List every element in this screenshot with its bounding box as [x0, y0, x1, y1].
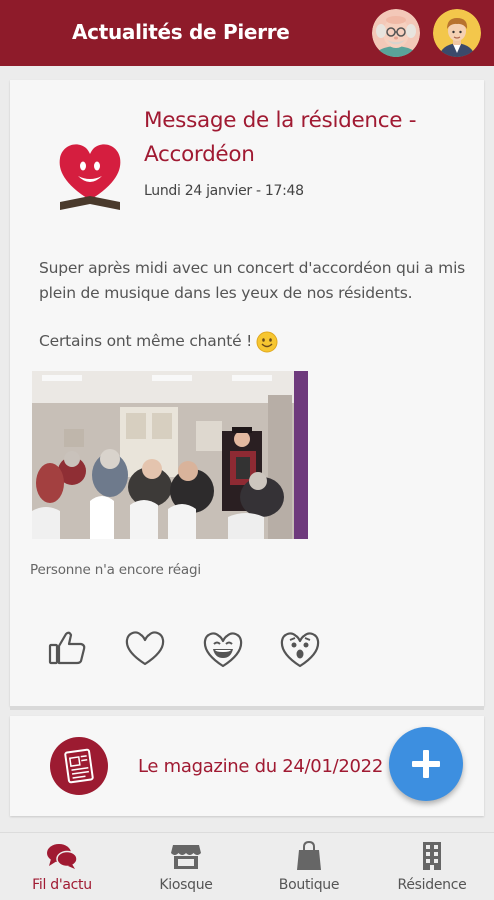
- reactions-summary: Personne n'a encore réagi: [30, 562, 201, 578]
- avatar-young[interactable]: [433, 9, 481, 57]
- magazine-label[interactable]: Le magazine du 24/01/2022: [138, 756, 383, 777]
- card-divider: [10, 706, 484, 710]
- nav-label: Résidence: [397, 877, 467, 893]
- love-reaction-button[interactable]: [123, 626, 167, 670]
- nav-label: Fil d'actu: [32, 877, 92, 893]
- add-post-button[interactable]: [389, 727, 463, 801]
- nav-item-fil-actu[interactable]: Fil d'actu: [0, 833, 124, 900]
- nav-item-residence[interactable]: Résidence: [370, 833, 494, 900]
- post-paragraph-text: Certains ont même chanté !: [39, 332, 253, 350]
- thumbs-up-icon: [48, 631, 86, 665]
- store-icon: [171, 845, 201, 869]
- post-title: Message de la résidence - Accordéon: [144, 108, 417, 167]
- shopping-bag-icon: [297, 841, 321, 870]
- post-paragraph-with-emoji: Certains ont même chanté !: [39, 329, 469, 354]
- news-post-card: Message de la résidence - Accordéon Lund…: [10, 80, 484, 706]
- residence-heart-logo: [54, 138, 126, 212]
- bottom-navigation: Fil d'actu Kiosque Boutique Résidence: [0, 832, 494, 900]
- nav-label: Kiosque: [159, 877, 213, 893]
- post-body: Super après midi avec un concert d'accor…: [39, 256, 469, 377]
- young-man-avatar-icon: [433, 9, 481, 57]
- post-paragraph: Super après midi avec un concert d'accor…: [39, 259, 466, 302]
- page-title: Actualités de Pierre: [72, 20, 290, 44]
- smiling-face-icon: [256, 331, 278, 352]
- plus-icon: [412, 750, 440, 778]
- newspaper-icon: [50, 737, 108, 795]
- chat-bubbles-icon: [47, 844, 78, 869]
- elder-avatar-icon: [372, 9, 420, 57]
- heart-icon: [125, 631, 165, 666]
- accordion-concert-photo: [32, 371, 308, 539]
- laughing-face-icon: [203, 632, 243, 668]
- surprised-face-icon: [280, 632, 320, 668]
- building-icon: [423, 842, 441, 870]
- avatar-elder[interactable]: [372, 9, 420, 57]
- app-header: Actualités de Pierre: [0, 0, 494, 66]
- nav-item-kiosque[interactable]: Kiosque: [124, 833, 248, 900]
- nav-item-boutique[interactable]: Boutique: [247, 833, 371, 900]
- like-reaction-button[interactable]: [46, 626, 90, 670]
- nav-label: Boutique: [278, 877, 340, 893]
- wow-reaction-button[interactable]: [278, 626, 322, 670]
- post-photo[interactable]: [32, 371, 308, 539]
- post-date: Lundi 24 janvier - 17:48: [144, 183, 304, 199]
- laugh-reaction-button[interactable]: [201, 626, 245, 670]
